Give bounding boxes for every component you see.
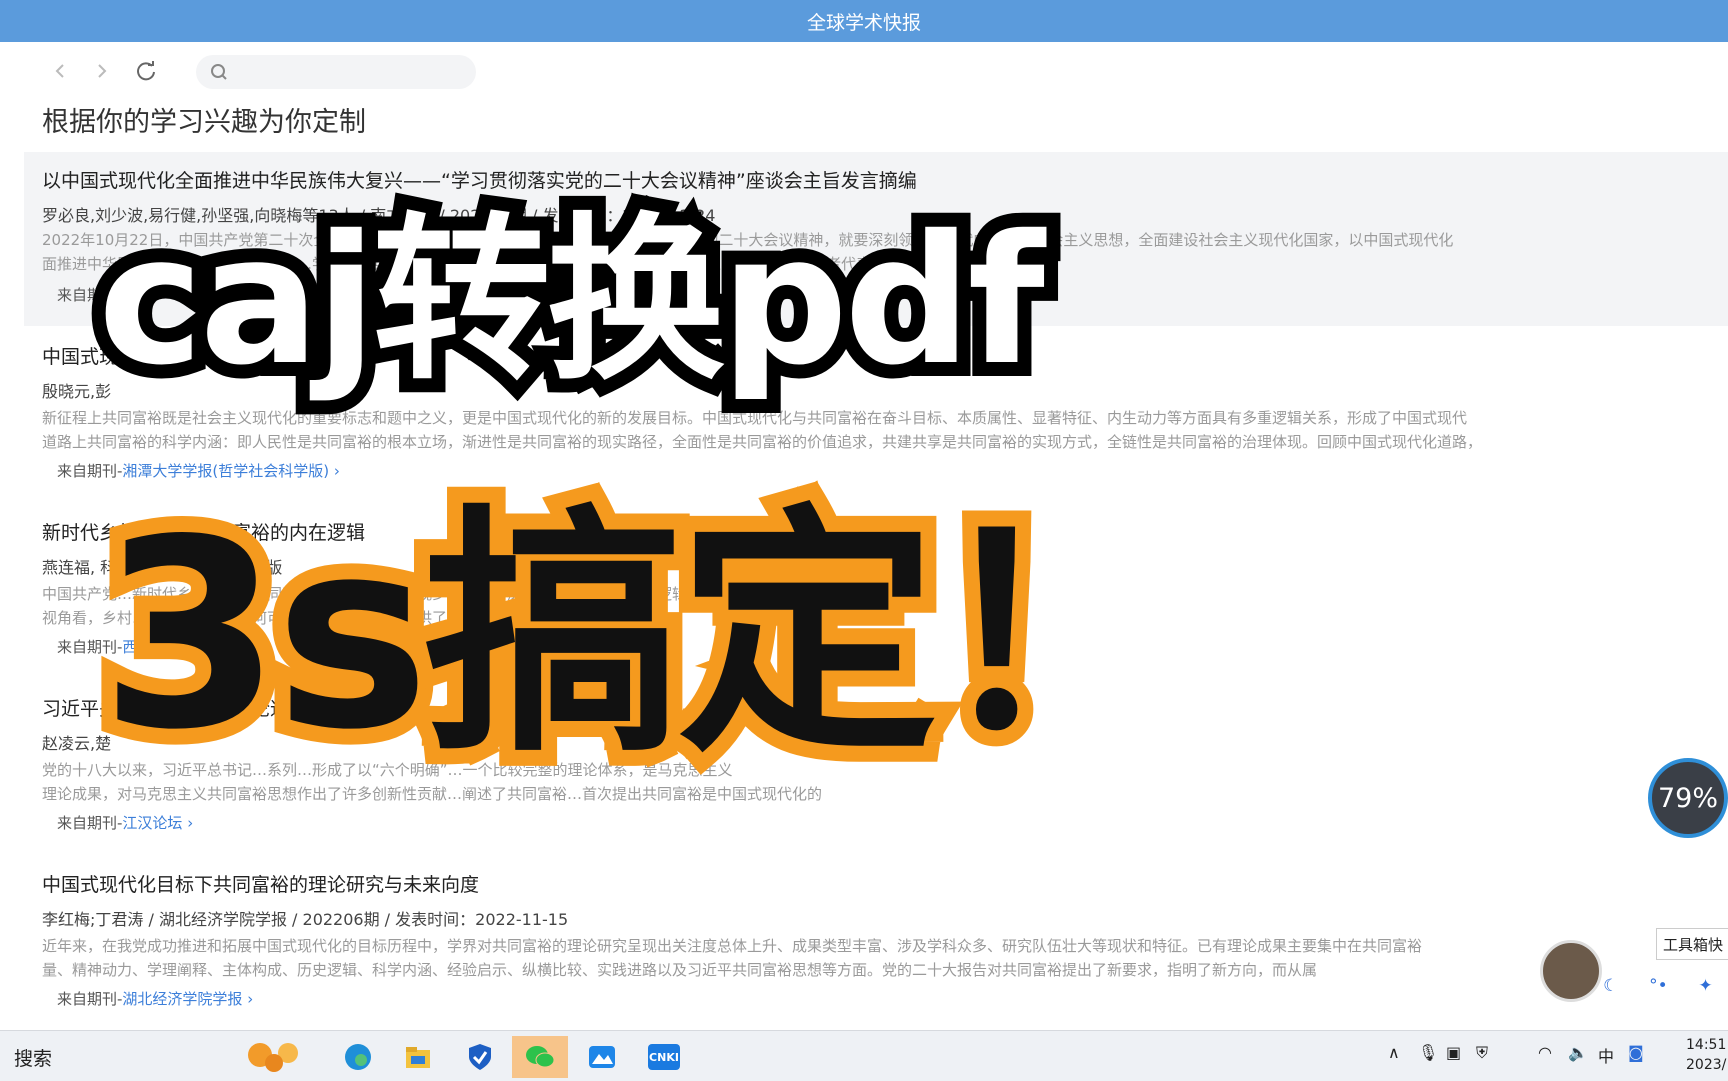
- overlay-caption-line1: caj转换pdf: [84, 197, 1059, 404]
- article-meta: 李红梅;丁君涛 / 湖北经济学院学报 / 202206期 / 发表时间：2022…: [42, 910, 569, 929]
- page-title: 根据你的学习兴趣为你定制: [42, 107, 366, 138]
- overlay-caption-line2: 3s搞定！: [84, 485, 1208, 787]
- edge-icon: [345, 1044, 371, 1070]
- notification-icon[interactable]: ◙: [1628, 1043, 1644, 1062]
- punctuation-icon[interactable]: °•: [1649, 976, 1668, 996]
- edge-app[interactable]: [330, 1036, 386, 1078]
- photos-icon: [589, 1046, 615, 1068]
- article-abstract-line: 量、精神动力、学理阐释、主体构成、历史逻辑、科学内涵、经验启示、纵横比较、实践进…: [42, 961, 1318, 979]
- file-explorer-app[interactable]: [390, 1036, 446, 1078]
- file-explorer-icon: [406, 1047, 430, 1068]
- toolbox-label: 工具箱快: [1662, 935, 1723, 954]
- article-abstract-line: 近年来，在我党成功推进和拓展中国式现代化的目标历程中，学界对共同富裕的理论研究呈…: [42, 937, 1423, 955]
- memory-usage-widget[interactable]: 79%: [1648, 758, 1728, 838]
- browser-nav-bar: [0, 42, 1728, 100]
- forward-button[interactable]: [84, 53, 120, 89]
- refresh-button[interactable]: [128, 53, 164, 89]
- chevron-right-icon: ›: [242, 990, 254, 1008]
- window-title: 全球学术快报: [806, 11, 921, 34]
- article-abstract-line: 新征程上共同富裕既是社会主义现代化的重要标志和题中之义，更是中国式现代化的新的发…: [42, 409, 1468, 427]
- source-prefix: 来自期刊-: [57, 462, 123, 480]
- photos-app[interactable]: [574, 1036, 630, 1078]
- search-box[interactable]: [196, 55, 476, 89]
- article-source: 来自期刊-湘潭大学学报(哲学社会科学版) ›: [57, 460, 340, 481]
- source-prefix: 来自期刊-: [57, 990, 123, 1008]
- tools-icon[interactable]: ✦: [1698, 976, 1712, 996]
- clipboard-icon[interactable]: ▣: [1446, 1043, 1461, 1062]
- wechat-app[interactable]: [512, 1036, 568, 1078]
- cnki-app[interactable]: CNKI: [636, 1036, 692, 1078]
- flower-decoration-icon: [248, 1043, 298, 1072]
- chevron-right-icon: [98, 64, 107, 78]
- source-prefix: 来自期刊-: [57, 814, 123, 832]
- source-link[interactable]: 江汉论坛: [122, 814, 182, 832]
- article-title[interactable]: 中国式现代化目标下共同富裕的理论研究与未来向度: [42, 870, 479, 897]
- chevron-right-icon: ›: [329, 462, 340, 480]
- window-titlebar: 全球学术快报: [0, 0, 1728, 42]
- article-abstract-line: 道路上共同富裕的科学内涵：即人民性是共同富裕的根本立场，渐进性是共同富裕的现实路…: [42, 433, 1483, 451]
- article-source: 来自期刊-湖北经济学院学报 ›: [57, 988, 253, 1009]
- cnki-label: CNKI: [649, 1050, 679, 1064]
- article-source: 来自期刊-江汉论坛 ›: [57, 812, 193, 833]
- avatar: [1540, 940, 1602, 1002]
- moon-icon[interactable]: ☾: [1603, 976, 1618, 996]
- taskbar-clock[interactable]: 14:51 2023/: [1686, 1035, 1726, 1075]
- taskbar: 搜索 CNKI ∧ 🎙 ▣ ⛨ ◠ 🔈 中 ◙ 14:51 2023/: [0, 1030, 1728, 1081]
- usage-percent: 79%: [1657, 782, 1718, 814]
- chevron-left-icon: [55, 64, 64, 78]
- input-language[interactable]: 中: [1598, 1043, 1614, 1067]
- search-icon: [211, 64, 227, 80]
- chevron-up-icon[interactable]: ∧: [1388, 1043, 1400, 1062]
- clock-time: 14:51: [1686, 1037, 1727, 1053]
- toolbox-button[interactable]: 工具箱快: [1656, 928, 1728, 960]
- security-icon: [469, 1044, 491, 1070]
- source-link[interactable]: 湘潭大学学报(哲学社会科学版): [122, 462, 329, 480]
- source-link[interactable]: 湖北经济学院学报: [122, 990, 242, 1008]
- article-title[interactable]: 以中国式现代化全面推进中华民族伟大复兴——“学习贯彻落实党的二十大会议精神”座谈…: [42, 166, 917, 193]
- wechat-icon: [526, 1046, 555, 1068]
- microphone-icon[interactable]: 🎙: [1418, 1043, 1438, 1062]
- search-input[interactable]: [232, 62, 466, 82]
- clock-date: 2023/: [1686, 1057, 1727, 1073]
- refresh-icon: [137, 61, 155, 81]
- chevron-right-icon: ›: [182, 814, 194, 832]
- back-button[interactable]: [42, 53, 78, 89]
- security-app[interactable]: [452, 1036, 508, 1078]
- wifi-icon[interactable]: ◠: [1538, 1043, 1552, 1062]
- taskbar-search[interactable]: 搜索: [14, 1044, 52, 1071]
- article-card[interactable]: 中国式现代化目标下共同富裕的理论研究与未来向度 李红梅;丁君涛 / 湖北经济学院…: [24, 860, 1728, 1020]
- volume-icon[interactable]: 🔈: [1568, 1043, 1588, 1062]
- shield-icon[interactable]: ⛨: [1476, 1043, 1488, 1063]
